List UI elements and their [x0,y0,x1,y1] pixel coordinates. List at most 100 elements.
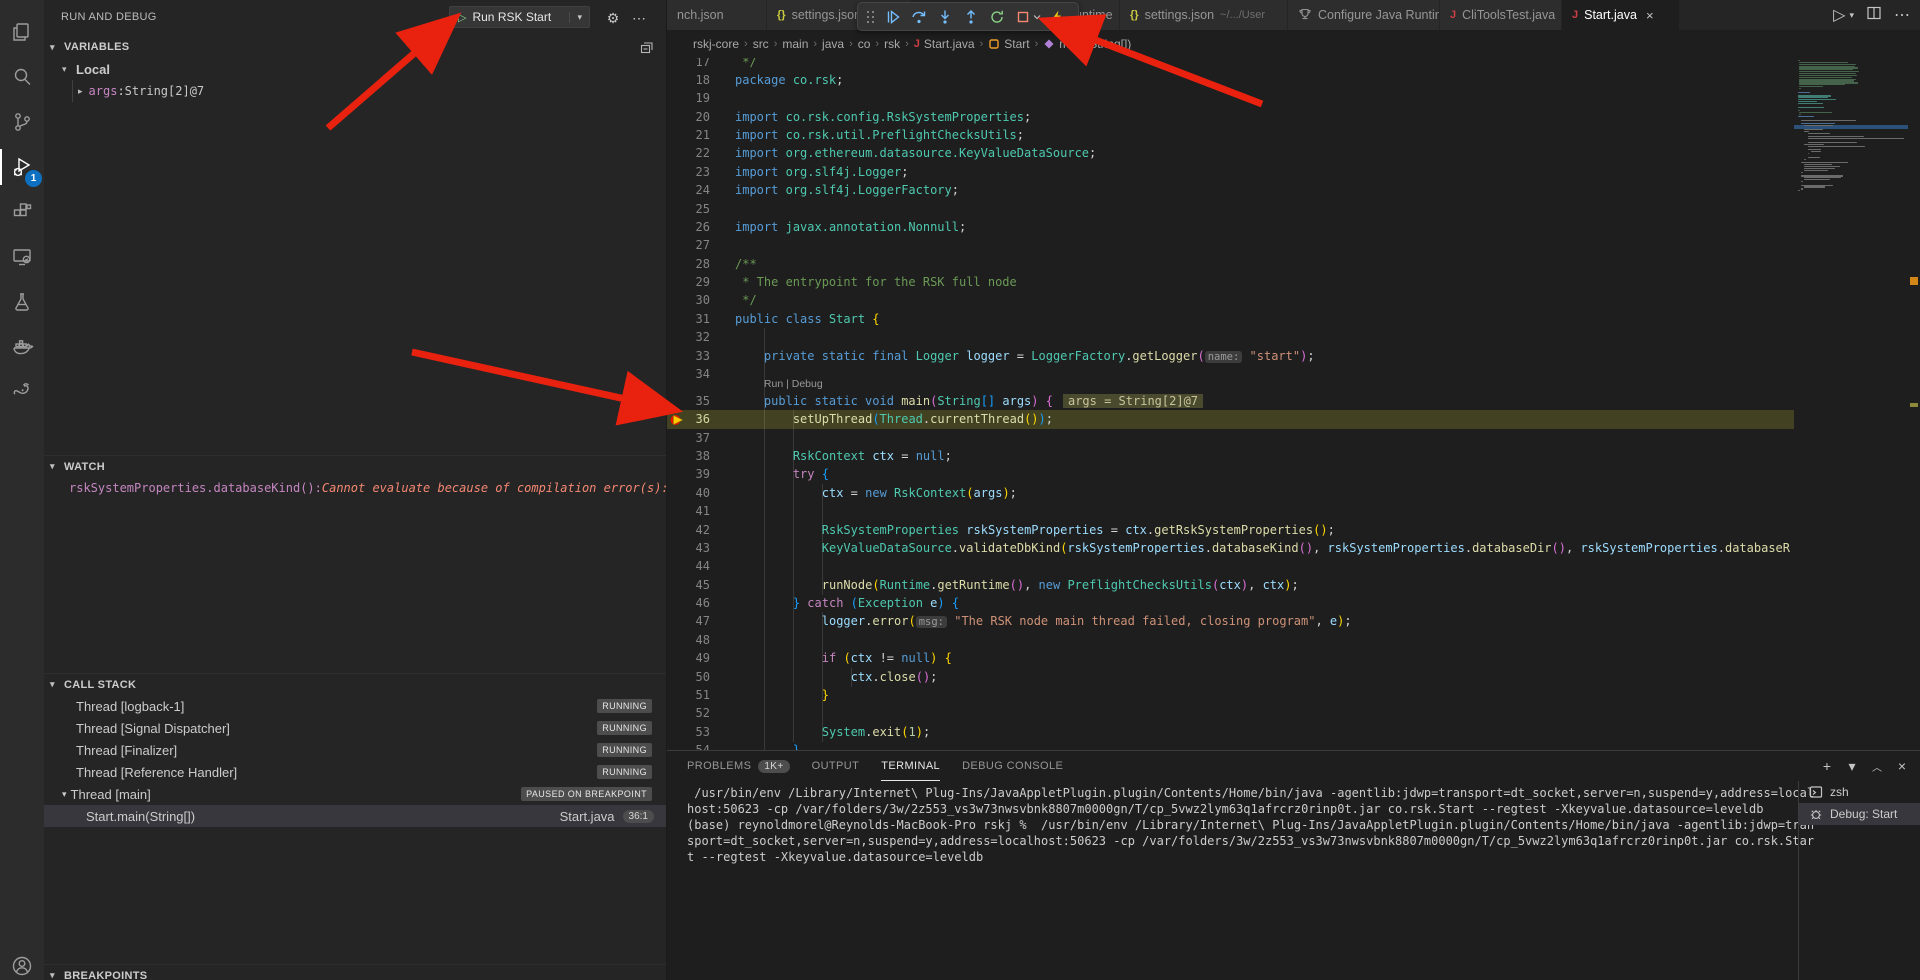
code-line-44[interactable]: 44 [667,557,1794,576]
hot-code-replace-icon[interactable] [1046,6,1068,28]
activity-gradle-icon[interactable] [0,368,44,412]
breadcrumb-item[interactable]: src [753,37,769,51]
thread-row[interactable]: ▾Thread [main]PAUSED ON BREAKPOINT [44,783,666,805]
section-variables[interactable]: ▾VARIABLES [44,36,666,58]
restart-icon[interactable] [986,6,1008,28]
continue-icon[interactable] [882,6,904,28]
activity-search-icon[interactable] [0,55,44,99]
chevron-down-icon[interactable]: ▾ [1849,10,1854,21]
code-line-47[interactable]: 47logger.error(msg: "The RSK node main t… [667,612,1794,631]
activity-run-debug-icon[interactable]: 1 [0,145,44,189]
variables-scope-local[interactable]: ▾Local [44,58,666,80]
thread-row[interactable]: Thread [Signal Dispatcher]RUNNING [44,717,666,739]
code-line-17[interactable]: 17 */ [667,58,1794,72]
code-line-40[interactable]: 40ctx = new RskContext(args); [667,484,1794,503]
stop-icon[interactable] [1012,6,1034,28]
code-line-46[interactable]: 46} catch (Exception e) { [667,594,1794,613]
code-line-28[interactable]: 28/** [667,255,1794,274]
split-editor-icon[interactable] [1866,5,1882,26]
activity-docker-icon[interactable] [0,325,44,369]
thread-row[interactable]: Thread [Reference Handler]RUNNING [44,761,666,783]
code-line-23[interactable]: 23import org.slf4j.Logger; [667,163,1794,182]
codelens-run-link[interactable]: Run [764,378,783,390]
maximize-panel-icon[interactable]: ︿ [1869,759,1885,774]
breadcrumb-item[interactable]: java [822,37,844,51]
tab-configure-java-runtime[interactable]: Configure Java Runtime [1288,0,1440,30]
code-line-18[interactable]: 18package co.rsk; [667,71,1794,90]
tab-start-java[interactable]: JStart.java× [1562,0,1680,30]
code-line-36[interactable]: 36setUpThread(Thread.currentThread()); [667,410,1794,429]
thread-row[interactable]: Thread [logback-1]RUNNING [44,695,666,717]
step-over-icon[interactable] [908,6,930,28]
variable-row-args[interactable]: ▸args: String[2]@7 [44,80,666,102]
panel-tab-debug-console[interactable]: DEBUG CONSOLE [962,751,1063,781]
code-line-25[interactable]: 25 [667,200,1794,219]
breadcrumb-item[interactable]: rsk [884,37,900,51]
code-line-24[interactable]: 24import org.slf4j.LoggerFactory; [667,181,1794,200]
section-breakpoints[interactable]: ▾BREAKPOINTS [44,964,666,980]
account-icon[interactable] [0,944,44,980]
code-line-35[interactable]: 35public static void main(String[] args)… [667,392,1794,411]
code-line-27[interactable]: 27 [667,236,1794,255]
code-line-39[interactable]: 39try { [667,465,1794,484]
tab-nch-json[interactable]: nch.json [667,0,767,30]
panel-tab-problems[interactable]: PROBLEMS1K+ [687,751,790,781]
code-line-22[interactable]: 22import org.ethereum.datasource.KeyValu… [667,144,1794,163]
stop-chevron-icon[interactable] [1032,6,1042,28]
code-line-41[interactable]: 41 [667,502,1794,521]
minimap[interactable] [1794,34,1908,750]
code-line-29[interactable]: 29 * The entrypoint for the RSK full nod… [667,273,1794,292]
section-watch[interactable]: ▾WATCH [44,455,666,477]
panel-tab-output[interactable]: OUTPUT [812,751,860,781]
breadcrumb-item[interactable]: JStart.java [914,37,975,51]
stack-frame-row[interactable]: Start.main(String[])Start.java36:1 [44,805,666,827]
watch-row[interactable]: rskSystemProperties.databaseKind(): Cann… [44,477,666,499]
breadcrumb-item[interactable]: rskj-core [693,37,739,51]
code-line-31[interactable]: 31public class Start { [667,310,1794,329]
breadcrumb-item[interactable]: main(String[]) [1043,37,1131,51]
section-call-stack[interactable]: ▾CALL STACK [44,673,666,695]
gear-icon[interactable]: ⚙ [604,9,622,27]
collapse-all-icon[interactable] [639,40,654,55]
panel-tab-terminal[interactable]: TERMINAL [881,751,940,781]
code-line-45[interactable]: 45runNode(Runtime.getRuntime(), new Pref… [667,576,1794,595]
run-file-icon[interactable]: ▷ [1833,5,1845,25]
code-line-32[interactable]: 32 [667,328,1794,347]
close-panel-icon[interactable]: × [1894,758,1910,774]
codelens-debug-link[interactable]: Debug [792,378,823,390]
code-line-38[interactable]: 38RskContext ctx = null; [667,447,1794,466]
code-line-50[interactable]: 50ctx.close(); [667,668,1794,687]
more-actions-icon[interactable]: ⋯ [1894,5,1910,25]
code-line-51[interactable]: 51} [667,686,1794,705]
code-line-21[interactable]: 21import co.rsk.util.PreflightChecksUtil… [667,126,1794,145]
tab-clitoolstest-java[interactable]: JCliToolsTest.java [1440,0,1562,30]
terminal-dropdown-icon[interactable]: ▾ [1844,758,1860,775]
activity-explorer-icon[interactable] [0,10,44,54]
code-line-42[interactable]: 42RskSystemProperties rskSystemPropertie… [667,521,1794,540]
code-line-43[interactable]: 43KeyValueDataSource.validateDbKind(rskS… [667,539,1794,558]
terminal-output[interactable]: /usr/bin/env /Library/Internet\ Plug-Ins… [687,785,1792,980]
breadcrumb-item[interactable]: main [782,37,808,51]
code-line-37[interactable]: 37 [667,429,1794,448]
activity-extensions-icon[interactable] [0,190,44,234]
new-terminal-icon[interactable]: + [1819,758,1835,774]
overview-ruler[interactable] [1908,34,1920,750]
code-line-26[interactable]: 26import javax.annotation.Nonnull; [667,218,1794,237]
terminal-list-item-zsh[interactable]: zsh [1799,781,1920,803]
terminal-list-item-debug-start[interactable]: Debug: Start [1799,803,1920,825]
code-line-19[interactable]: 19 [667,89,1794,108]
activity-testing-icon[interactable] [0,280,44,324]
code-line-53[interactable]: 53System.exit(1); [667,723,1794,742]
activity-remote-explorer-icon[interactable] [0,235,44,279]
code-line-54[interactable]: 54} [667,741,1794,750]
code-line-52[interactable]: 52 [667,704,1794,723]
code-editor[interactable]: 17 */18package co.rsk;1920import co.rsk.… [667,58,1794,750]
debug-config-dropdown[interactable]: ▷ Run RSK Start ▾ [449,6,590,28]
breadcrumb-item[interactable]: co [858,37,871,51]
code-line-49[interactable]: 49if (ctx != null) { [667,649,1794,668]
code-line-33[interactable]: 33private static final Logger logger = L… [667,347,1794,366]
more-icon[interactable]: ⋯ [630,9,648,27]
code-line-30[interactable]: 30 */ [667,291,1794,310]
step-into-icon[interactable] [934,6,956,28]
code-line-20[interactable]: 20import co.rsk.config.RskSystemProperti… [667,108,1794,127]
